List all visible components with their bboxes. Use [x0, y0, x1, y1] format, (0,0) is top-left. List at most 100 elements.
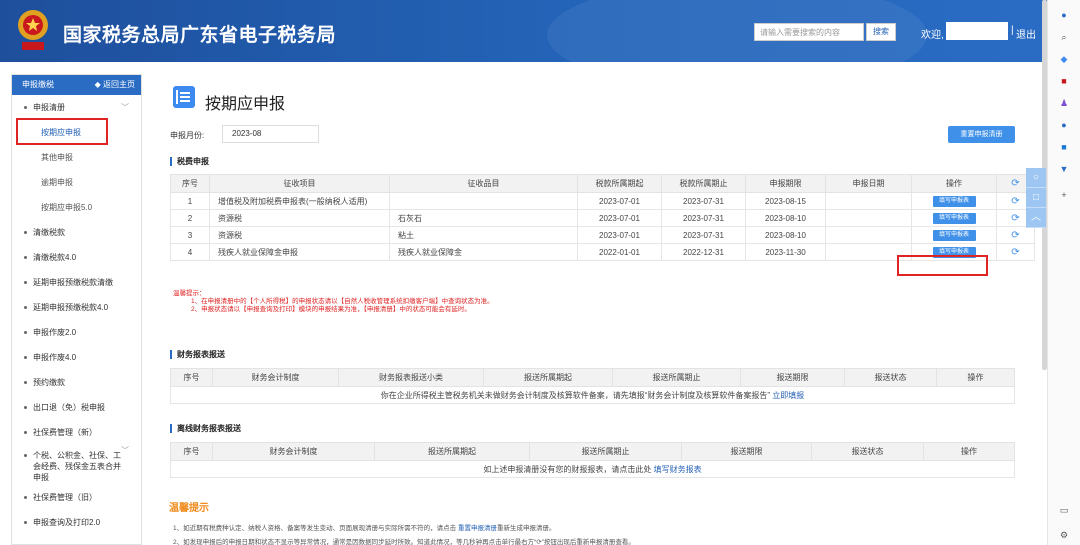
offline-empty-row: 如上述申报清册没有您的财报报表，请点击此处 填写财务报表 [170, 460, 1015, 478]
table-cell: 残疾人就业保障金申报 [209, 243, 390, 261]
column-header: 报送所属期止 [529, 442, 682, 461]
send-icon[interactable]: ▼ [1059, 164, 1069, 174]
bullet-icon [24, 231, 27, 235]
warning-line: 1、在申报清册中的【个人所得税】的申报状态请以【自然人税收管理系统扣缴客户端】中… [191, 298, 494, 305]
column-header: 财务会计制度 [212, 442, 375, 461]
top-header: 国家税务总局广东省电子税务局 请输入需要搜索的内容 搜索 欢迎, | 退出 [0, 0, 1047, 62]
warning-title: 温馨提示： [173, 290, 206, 297]
sidebar-item[interactable]: 出口退（免）税申报 [12, 395, 141, 420]
sidebar-item[interactable]: 申报作废4.0 [12, 345, 141, 370]
username-masked [946, 22, 1008, 40]
bullet-icon [24, 496, 27, 500]
column-header: 报送状态 [844, 368, 937, 387]
search-button[interactable]: 搜索 [866, 23, 896, 41]
search-icon[interactable]: ⌕ [1059, 32, 1069, 42]
bullet-icon [24, 406, 27, 410]
sidebar-item[interactable]: 按期应申报5.0 [12, 195, 141, 220]
bag-icon[interactable]: ■ [1059, 76, 1069, 86]
fill-form-button[interactable]: 填写申报表 [932, 230, 976, 241]
period-label: 申报月份: [170, 131, 205, 140]
sidebar-item[interactable]: 预约缴款 [12, 370, 141, 395]
tax-portal: 国家税务总局广东省电子税务局 请输入需要搜索的内容 搜索 欢迎, | 退出 申报… [0, 0, 1080, 545]
header-separator: | [1011, 25, 1014, 36]
tips-title: 温馨提示 [169, 503, 209, 514]
sidebar-item-label: 延期申报预缴税款清缴 [33, 278, 113, 287]
table-cell [825, 192, 912, 210]
finance-section-title: 财务报表报送 [170, 350, 225, 359]
sidebar-item[interactable]: 社保费管理（旧） [12, 485, 141, 510]
sidebar-item[interactable]: 申报查询及打印2.0 [12, 510, 141, 535]
sidebar-item[interactable]: 延期申报预缴税款清缴 [12, 270, 141, 295]
table-cell: 2023-11-30 [745, 243, 826, 261]
sidebar-item-label: 个税、公积金、社保、工会经费、残保金五表合并申报 [33, 451, 121, 482]
period-input[interactable]: 2023-08 [222, 125, 319, 143]
table-cell: 粘土 [389, 226, 578, 244]
fill-report-link[interactable]: 填写财务报表 [654, 465, 702, 474]
table-cell: 2023-07-31 [661, 192, 746, 210]
sidebar-header: 申报缴税 ◆ 返回主页 [12, 75, 141, 95]
sidebar-item[interactable]: 申报清册 ﹀ [12, 95, 141, 120]
offline-table: 序号 财务会计制度 报送所属期起 报送所属期止 报送期限 报送状态 操作 如上述申报清册没有… [170, 442, 1015, 478]
sidebar-item-label: 延期申报预缴税款4.0 [33, 303, 109, 312]
table-cell: 2023-07-01 [577, 226, 662, 244]
back-home-link[interactable]: ◆ 返回主页 [95, 75, 135, 95]
sidebar-item-label: 申报查询及打印2.0 [33, 518, 101, 527]
sidebar-item-label: 申报作废2.0 [33, 328, 77, 337]
sidebar-item[interactable]: 清缴税款 [12, 220, 141, 245]
column-header: 申报期限 [745, 174, 826, 193]
sidebar-item-label: 申报清册 [33, 103, 65, 112]
plus-icon[interactable]: + [1059, 190, 1069, 200]
column-header: 征收品目 [389, 174, 578, 193]
bullet-icon [24, 381, 27, 385]
reset-list-button[interactable]: 重置申报清册 [948, 126, 1015, 143]
highlight-box [16, 118, 108, 145]
sidebar-item-label: 社保费管理（旧） [33, 493, 97, 502]
screen-icon[interactable]: ▭ [1059, 505, 1069, 515]
bullet-icon [24, 106, 27, 110]
bell-icon[interactable]: ● [1059, 10, 1069, 20]
refresh-icon[interactable]: ⟳ [1011, 178, 1019, 189]
search-input[interactable]: 请输入需要搜索的内容 [754, 23, 864, 41]
table-cell: 4 [170, 243, 210, 261]
fill-form-button[interactable]: 填写申报表 [932, 196, 976, 207]
chat-icon[interactable]: ○ [1026, 168, 1046, 188]
diamond-icon[interactable]: ◆ [1059, 54, 1069, 64]
table-cell: 2023-07-01 [577, 192, 662, 210]
sidebar-item[interactable]: 个税、公积金、社保、工会经费、残保金五表合并申报 ﹀ [12, 445, 141, 485]
sidebar-item[interactable]: 清缴税款4.0 [12, 245, 141, 270]
refresh-icon[interactable]: ⟳ [1011, 230, 1019, 241]
fill-form-button[interactable]: 填写申报表 [932, 213, 976, 224]
sidebar-item-label: 预约缴款 [33, 378, 65, 387]
sidebar-item[interactable]: 逾期申报 [12, 170, 141, 195]
reset-list-link[interactable]: 重置申报清册 [458, 525, 497, 532]
refresh-icon[interactable]: ⟳ [1011, 247, 1019, 258]
scroll-top-icon[interactable]: ︿ [1026, 208, 1046, 228]
column-header: 报送所属期起 [374, 442, 530, 461]
table-cell: 2023-07-31 [661, 209, 746, 227]
logout-link[interactable]: 退出 [1016, 26, 1036, 41]
sidebar-item[interactable]: 社保费管理（新） [12, 420, 141, 445]
sidebar-item-label: 申报作废4.0 [33, 353, 77, 362]
offline-note: 如上述申报清册没有您的财报报表，请点击此处 [483, 464, 652, 474]
table-cell: 资源税 [209, 226, 390, 244]
refresh-icon[interactable]: ⟳ [1011, 213, 1019, 224]
column-header: 申报日期 [825, 174, 912, 193]
sidebar-item[interactable]: 其他申报 [12, 145, 141, 170]
chevron-down-icon: ﹀ [121, 446, 129, 455]
fill-filing-link[interactable]: 立即填报 [772, 391, 804, 400]
circle-icon[interactable]: ● [1059, 120, 1069, 130]
sidebar-item[interactable]: 延期申报预缴税款4.0 [12, 295, 141, 320]
tip-text: 1、如近期有税费种认定、纳税人资格、备案等发生变动、页面展现清册与实际所需不符的… [173, 525, 457, 532]
sidebar-item-label: 出口退（免）税申报 [33, 403, 105, 412]
table-cell: 1 [170, 192, 210, 210]
edit-icon[interactable]: □ [1026, 188, 1046, 208]
column-header: 财务会计制度 [212, 368, 339, 387]
outlook-icon[interactable]: ■ [1059, 142, 1069, 152]
sidebar-item[interactable]: 申报作废2.0 [12, 320, 141, 345]
warning-line: 2、申报状态请以【申报查询及打印】模块的申报结果为准，【申报清册】中的状态可能会… [191, 306, 471, 313]
welcome-text: 欢迎, [921, 30, 944, 41]
settings-gear-icon[interactable]: ⚙ [1059, 530, 1069, 540]
sidebar-menu: 申报清册 ﹀ 按期应申报 其他申报 逾期申报 按期应申报5.0 清缴税款 清缴税款4.0 延期申… [12, 95, 141, 535]
people-icon[interactable]: ♟ [1059, 98, 1069, 108]
refresh-icon[interactable]: ⟳ [1011, 196, 1019, 207]
